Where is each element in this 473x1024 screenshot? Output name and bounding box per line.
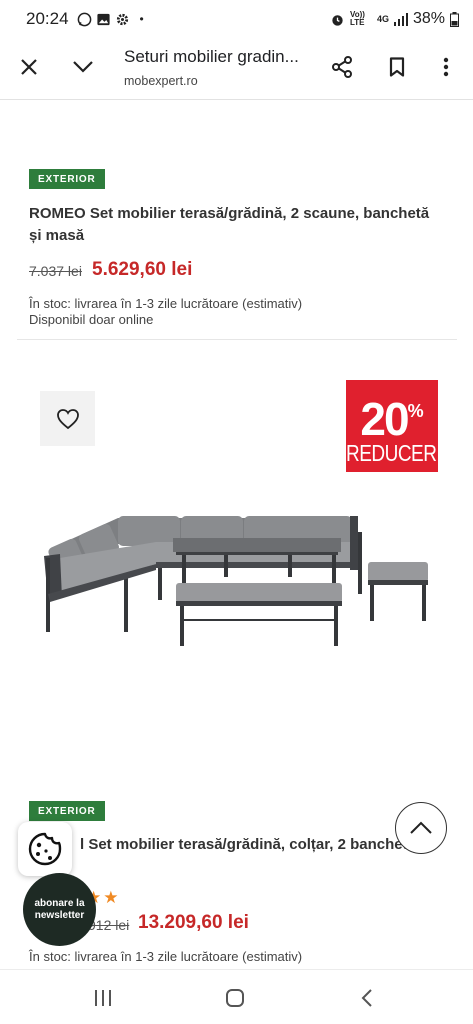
new-price: 5.629,60 lei: [92, 259, 193, 280]
discount-symbol: %: [407, 401, 424, 421]
notification-icons: •: [77, 12, 144, 27]
battery-icon: [450, 11, 459, 27]
product-title[interactable]: ROMEO Set mobilier terasă/grădină, 2 sca…: [29, 203, 444, 247]
recent-apps-button[interactable]: [88, 984, 118, 1012]
alarm-icon: [332, 14, 343, 26]
close-tab-button[interactable]: [14, 52, 44, 82]
wishlist-button[interactable]: [40, 391, 95, 446]
stock-status: În stoc: livrarea în 1-3 zile lucrătoare…: [29, 949, 303, 964]
gallery-icon: [96, 13, 110, 25]
minimize-button[interactable]: [68, 52, 98, 82]
back-icon: [361, 989, 372, 1007]
category-badge: EXTERIOR: [29, 169, 105, 189]
share-button[interactable]: [327, 52, 357, 82]
newsletter-subscribe-button[interactable]: abonare la newsletter: [23, 873, 96, 946]
chevron-up-icon: [410, 821, 432, 834]
stock-status: În stoc: livrarea în 1-3 zile lucrătoare…: [29, 296, 303, 311]
heart-icon: [56, 408, 79, 429]
battery-percent: 38%: [412, 10, 445, 27]
product-image[interactable]: [38, 498, 438, 650]
status-time: 20:24: [26, 9, 69, 28]
chevron-down-icon: [73, 61, 93, 73]
category-badge: EXTERIOR: [29, 801, 105, 821]
settings-icon: [116, 13, 128, 25]
cookie-icon: [28, 832, 62, 866]
more-options-button[interactable]: [431, 52, 461, 82]
new-price: 13.209,60 lei: [138, 912, 249, 933]
status-dot: •: [139, 12, 144, 26]
product-title[interactable]: l Set mobilier terasă/grădină, colțar, 2…: [80, 834, 410, 856]
page-url[interactable]: mobexpert.ro: [124, 74, 198, 88]
bookmark-icon: [389, 57, 405, 77]
discount-percent: 20: [360, 393, 409, 445]
bookmark-button[interactable]: [382, 52, 412, 82]
discount-label: REDUCERE: [346, 441, 449, 467]
close-icon: [21, 59, 37, 75]
back-button[interactable]: [352, 984, 382, 1012]
signal-icon: [393, 12, 408, 26]
home-button[interactable]: [220, 984, 250, 1012]
system-navigation-bar: [0, 969, 473, 1024]
recent-apps-icon: [95, 990, 111, 1006]
cookie-settings-button[interactable]: [18, 822, 72, 876]
4g-indicator: 4G: [376, 14, 389, 24]
discount-badge: 20% REDUCERE: [346, 380, 449, 472]
divider: [17, 339, 457, 340]
home-icon: [226, 989, 244, 1007]
status-right: Vo)) LTE 4G 38%: [330, 10, 459, 28]
whatsapp-icon: [77, 12, 91, 26]
status-bar: 20:24 • Vo)) LTE 4G 38%: [0, 0, 473, 38]
volte-indicator: Vo)) LTE: [349, 10, 365, 27]
availability-note: Disponibil doar online: [29, 312, 154, 327]
old-price: 7.037 lei: [29, 263, 82, 279]
scroll-to-top-button[interactable]: [395, 802, 447, 854]
browser-toolbar: Seturi mobilier gradin... mobexpert.ro: [0, 38, 473, 100]
more-vertical-icon: [443, 57, 449, 77]
page-title: Seturi mobilier gradin...: [124, 47, 299, 66]
share-icon: [332, 56, 352, 78]
